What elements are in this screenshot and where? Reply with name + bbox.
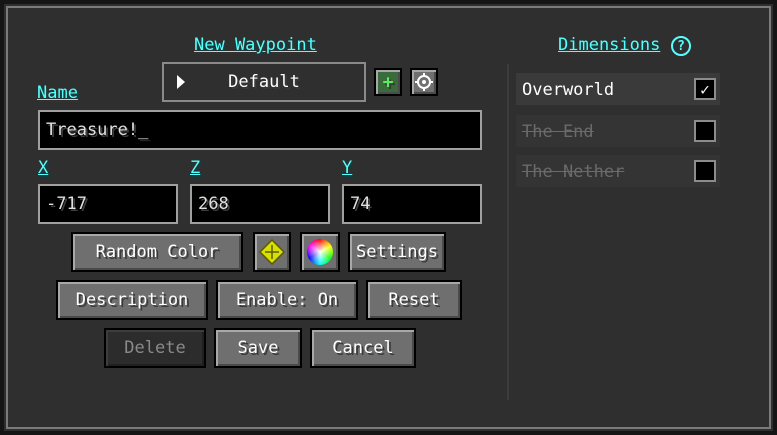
help-icon[interactable]: ? — [671, 36, 691, 56]
color-wheel-icon — [307, 239, 333, 265]
set-dropdown-value: Default — [228, 72, 300, 92]
color-picker-button[interactable] — [300, 232, 340, 272]
cancel-button[interactable]: Cancel — [310, 328, 416, 368]
save-button[interactable]: Save — [214, 328, 302, 368]
diamond-icon — [259, 239, 285, 265]
dimensions-title: Dimensions — [558, 35, 661, 55]
dimension-checkbox-overworld[interactable]: ✓ — [694, 78, 716, 100]
z-label: Z — [190, 158, 201, 178]
dimension-row-overworld[interactable]: Overworld ✓ — [516, 73, 720, 105]
dimension-label: Overworld — [522, 80, 615, 100]
settings-button[interactable]: Settings — [348, 232, 446, 272]
plus-icon: + — [382, 71, 394, 93]
dimension-checkbox-the-nether[interactable] — [694, 160, 716, 182]
x-field[interactable]: -717 — [38, 184, 178, 224]
gear-icon — [415, 73, 433, 91]
dimension-label: The End — [522, 122, 594, 142]
x-label: X — [38, 158, 49, 178]
page-title: New Waypoint — [194, 35, 317, 55]
waypoint-icon-button[interactable] — [253, 232, 291, 272]
y-label: Y — [342, 158, 353, 178]
name-label: Name — [37, 83, 78, 103]
dimension-row-the-nether[interactable]: The Nether — [516, 155, 720, 187]
panel-divider — [507, 64, 509, 400]
dimension-label: The Nether — [522, 162, 625, 182]
delete-button[interactable]: Delete — [104, 328, 206, 368]
enable-toggle-button[interactable]: Enable: On — [216, 280, 358, 320]
description-button[interactable]: Description — [56, 280, 208, 320]
set-dropdown[interactable]: Default — [162, 62, 366, 102]
edit-set-button[interactable] — [410, 68, 438, 96]
add-set-button[interactable]: + — [374, 68, 402, 96]
z-field[interactable]: 268 — [190, 184, 330, 224]
name-field[interactable]: Treasure!_ — [38, 110, 482, 150]
y-field[interactable]: 74 — [342, 184, 482, 224]
dimension-checkbox-the-end[interactable] — [694, 120, 716, 142]
dimension-row-the-end[interactable]: The End — [516, 115, 720, 147]
random-color-button[interactable]: Random Color — [71, 232, 243, 272]
reset-button[interactable]: Reset — [366, 280, 462, 320]
